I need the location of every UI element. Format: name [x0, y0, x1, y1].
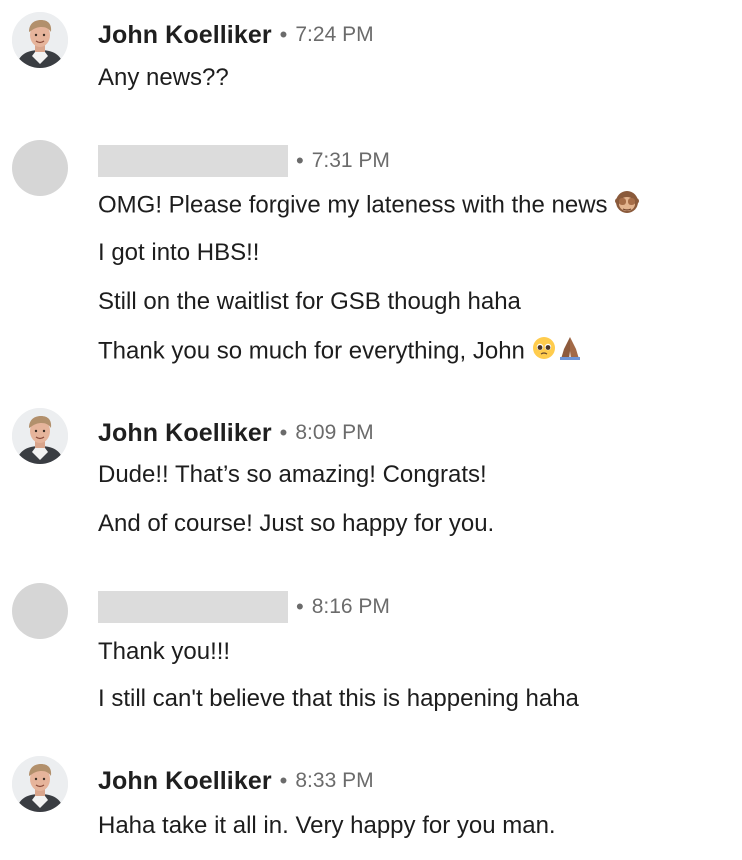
avatar[interactable] [12, 12, 68, 68]
avatar[interactable] [12, 756, 68, 812]
message-line-text: OMG! Please forgive my lateness with the… [98, 191, 608, 219]
message-thread: John Koelliker • 7:24 PM Any news?? • 7:… [0, 0, 742, 860]
message-header: John Koelliker • 8:09 PM [98, 418, 374, 448]
sender-name[interactable]: John Koelliker [98, 21, 272, 50]
separator-dot: • [279, 768, 288, 793]
message-line: Haha take it all in. Very happy for you … [98, 812, 556, 839]
timestamp: 7:31 PM [311, 149, 390, 172]
see-no-evil-monkey-icon [614, 189, 640, 223]
message-line: Dude!! That’s so amazing! Congrats! [98, 461, 487, 488]
timestamp: 8:33 PM [295, 769, 374, 792]
message-line: Thank you so much for everything, John [98, 335, 583, 369]
message-line-text: Thank you so much for everything, John [98, 337, 525, 365]
separator-dot: • [279, 420, 288, 445]
timestamp: 8:09 PM [295, 421, 374, 444]
avatar[interactable] [12, 408, 68, 464]
message-header: John Koelliker • 7:24 PM [98, 20, 374, 50]
message-line: And of course! Just so happy for you. [98, 510, 495, 537]
profile-photo-icon [12, 408, 68, 464]
timestamp: 8:16 PM [311, 595, 390, 618]
redacted-sender-name [98, 145, 288, 177]
avatar[interactable] [12, 140, 68, 196]
message-line: I got into HBS!! [98, 239, 260, 266]
redacted-sender-name [98, 591, 288, 623]
profile-photo-icon [12, 12, 68, 68]
folded-hands-icon [557, 335, 583, 369]
separator-dot: • [296, 594, 304, 619]
pleading-face-icon [531, 335, 557, 369]
message-line: I still can't believe that this is happe… [98, 685, 579, 712]
message-line: OMG! Please forgive my lateness with the… [98, 189, 640, 223]
message-line: Any news?? [98, 64, 229, 91]
message-line: Still on the waitlist for GSB though hah… [98, 288, 521, 315]
message-line: Thank you!!! [98, 638, 231, 665]
separator-dot: • [296, 148, 304, 173]
timestamp: 7:24 PM [295, 23, 374, 46]
message-header: • 8:16 PM [98, 591, 390, 623]
profile-photo-icon [12, 756, 68, 812]
sender-name[interactable]: John Koelliker [98, 419, 272, 448]
message-header: • 7:31 PM [98, 145, 390, 177]
sender-name[interactable]: John Koelliker [98, 767, 272, 796]
avatar[interactable] [12, 583, 68, 639]
message-header: John Koelliker • 8:33 PM [98, 766, 374, 796]
separator-dot: • [279, 22, 288, 47]
